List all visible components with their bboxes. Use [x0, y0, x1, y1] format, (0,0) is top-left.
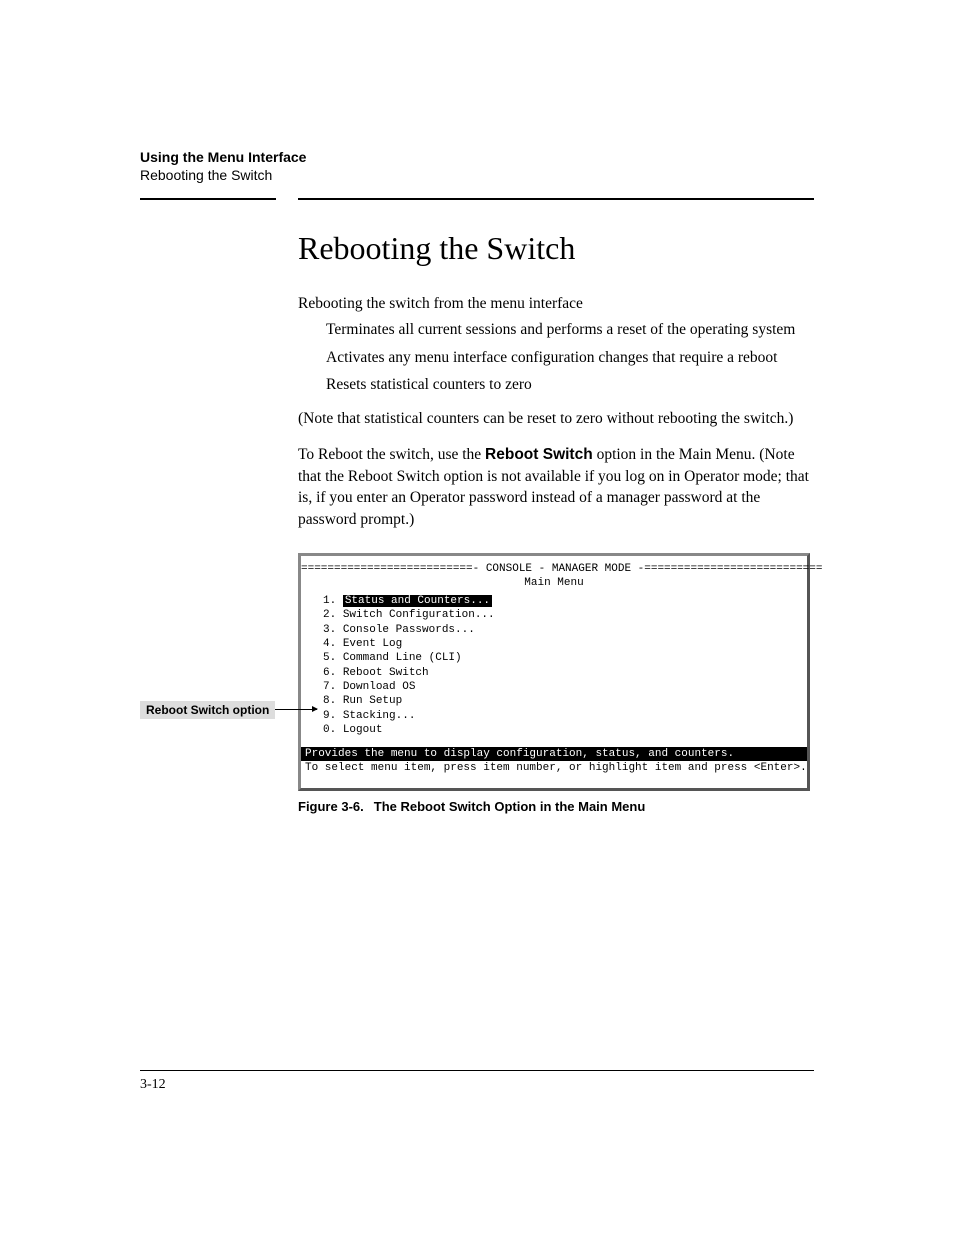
menu-item-reboot: 6. Reboot Switch: [323, 666, 807, 680]
para-text: To Reboot the switch, use the: [298, 446, 485, 463]
console-inner: ==========================- CONSOLE - MA…: [301, 556, 807, 748]
menu-item-cli: 5. Command Line (CLI): [323, 651, 807, 665]
menu-item-setup: 8. Run Setup: [323, 694, 807, 708]
intro-line: Rebooting the switch from the menu inter…: [298, 293, 814, 315]
console-banner: ==========================- CONSOLE - MA…: [301, 562, 807, 576]
console-screenshot: ==========================- CONSOLE - MA…: [298, 553, 810, 791]
document-page: Using the Menu Interface Rebooting the S…: [0, 0, 954, 1235]
page-number: 3-12: [140, 1077, 166, 1093]
rule-long: [298, 198, 814, 200]
console-menu-list: 1. Status and Counters... 2. Switch Conf…: [301, 590, 807, 743]
bullet-item: Resets statistical counters to zero: [326, 374, 814, 396]
figure-caption: Figure 3-6. The Reboot Switch Option in t…: [298, 799, 814, 814]
menu-item-label: Logout: [343, 724, 383, 736]
bullet-list: Terminates all current sessions and perf…: [326, 319, 814, 396]
header-section: Rebooting the Switch: [140, 166, 814, 184]
menu-item-label: Switch Configuration...: [343, 609, 495, 621]
reboot-switch-bold: Reboot Switch: [485, 446, 593, 463]
footer-rule: [140, 1070, 814, 1071]
rule-short: [140, 198, 276, 200]
console-hint: To select menu item, press item number, …: [301, 761, 807, 787]
figure-container: Reboot Switch option ===================…: [298, 553, 814, 814]
header-rule: [140, 198, 814, 200]
note-paragraph: (Note that statistical counters can be r…: [298, 408, 814, 430]
menu-item-label: Status and Counters...: [343, 595, 492, 607]
menu-item-stacking: 9. Stacking...: [323, 709, 807, 723]
callout-label: Reboot Switch option: [140, 701, 275, 719]
running-header: Using the Menu Interface Rebooting the S…: [140, 148, 814, 184]
menu-item-download: 7. Download OS: [323, 680, 807, 694]
page-title: Rebooting the Switch: [298, 230, 814, 267]
menu-item-status: 1. Status and Counters...: [323, 594, 807, 608]
menu-item-label: Command Line (CLI): [343, 652, 462, 664]
menu-item-label: Event Log: [343, 638, 402, 650]
callout: Reboot Switch option: [140, 701, 317, 719]
menu-item-switch-config: 2. Switch Configuration...: [323, 608, 807, 622]
main-content: Rebooting the Switch Rebooting the switc…: [298, 230, 814, 813]
menu-item-event-log: 4. Event Log: [323, 637, 807, 651]
figure-caption-text: The Reboot Switch Option in the Main Men…: [374, 799, 646, 814]
figure-number: Figure 3-6.: [298, 799, 364, 814]
header-chapter: Using the Menu Interface: [140, 148, 814, 166]
bullet-item: Terminates all current sessions and perf…: [326, 319, 814, 341]
console-menu-title: Main Menu: [301, 576, 807, 590]
bullet-item: Activates any menu interface configurati…: [326, 347, 814, 369]
menu-item-label: Reboot Switch: [343, 667, 429, 679]
menu-item-label: Stacking...: [343, 710, 416, 722]
instruction-paragraph: To Reboot the switch, use the Reboot Swi…: [298, 444, 814, 531]
menu-item-label: Download OS: [343, 681, 416, 693]
menu-item-logout: 0. Logout: [323, 723, 807, 737]
menu-item-passwords: 3. Console Passwords...: [323, 623, 807, 637]
menu-item-label: Run Setup: [343, 695, 402, 707]
console-status-bar: Provides the menu to display configurati…: [301, 747, 807, 761]
menu-item-label: Console Passwords...: [343, 624, 475, 636]
rule-gap: [276, 198, 298, 200]
arrow-right-icon: [275, 709, 317, 710]
